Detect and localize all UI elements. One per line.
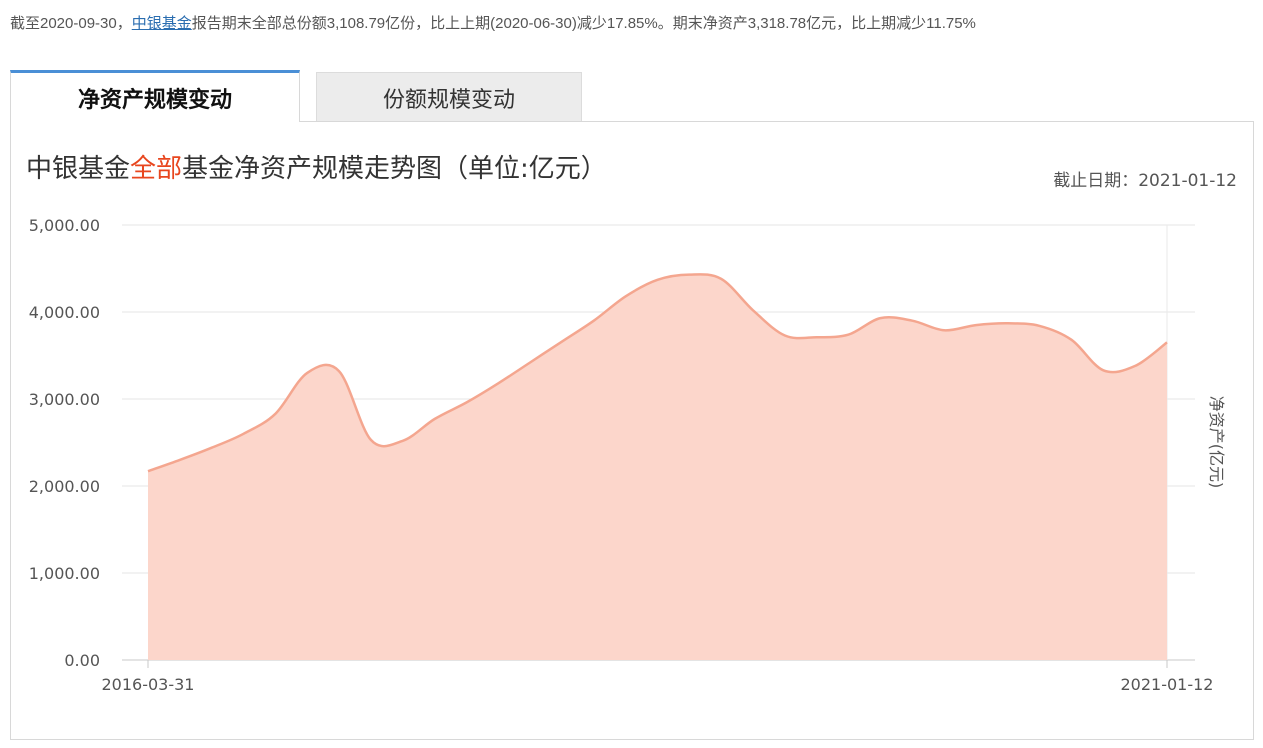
y2-axis-label: 净资产(亿元) (1207, 396, 1226, 489)
tab-net-assets[interactable]: 净资产规模变动 (10, 70, 300, 122)
tab-net-assets-label: 净资产规模变动 (77, 87, 232, 113)
y-tick-label: 3,000.00 (29, 390, 100, 409)
series-area (148, 274, 1167, 660)
x-tick-label: 2021-01-12 (1121, 675, 1214, 694)
y-tick-label: 2,000.00 (29, 477, 100, 496)
y-tick-label: 5,000.00 (29, 216, 100, 235)
y-tick-label: 1,000.00 (29, 564, 100, 583)
x-tick-label: 2016-03-31 (102, 675, 195, 694)
y-tick-label: 4,000.00 (29, 303, 100, 322)
y-tick-label: 0.00 (64, 651, 100, 670)
